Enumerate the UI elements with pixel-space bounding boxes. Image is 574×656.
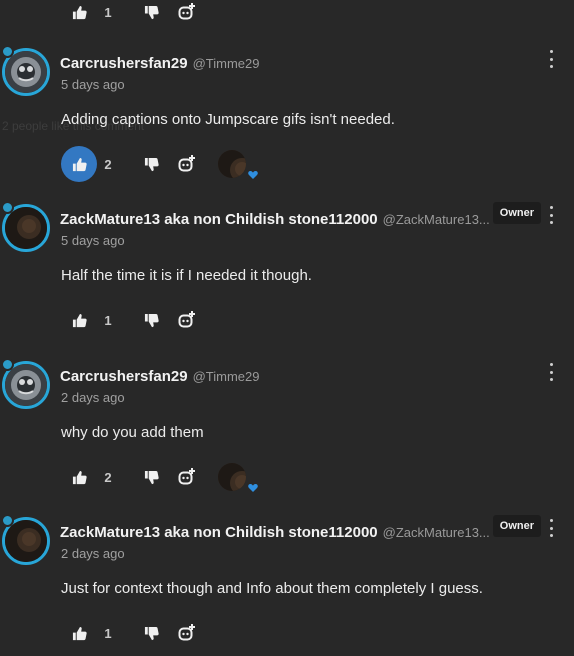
comment-text: why do you add them [61, 424, 204, 441]
reply-button[interactable] [175, 146, 199, 182]
thumbs-down-icon [144, 313, 159, 327]
like-count: 1 [104, 312, 112, 328]
avatar[interactable] [0, 358, 52, 411]
owner-badge: Owner [492, 515, 541, 537]
thumbs-down-icon [144, 5, 159, 19]
timestamp: 2 days ago [61, 390, 125, 405]
avatar[interactable] [0, 514, 52, 567]
thumbs-up-icon [72, 626, 87, 640]
dislike-button[interactable] [139, 302, 163, 338]
avatar[interactable] [0, 45, 52, 98]
comment-actions: 1 [61, 302, 321, 338]
reply-icon [178, 311, 195, 328]
author-handle[interactable]: @ZackMature13... [383, 525, 490, 540]
reply-icon [178, 3, 195, 20]
reply-icon [178, 155, 195, 172]
status-badge [1, 358, 14, 371]
like-button[interactable] [61, 0, 97, 30]
timestamp: 5 days ago [61, 233, 125, 248]
status-badge [1, 514, 14, 527]
timestamp: 2 days ago [61, 546, 125, 561]
dislike-button[interactable] [139, 146, 163, 182]
author-name[interactable]: ZackMature13 aka non Childish stone11200… [60, 524, 378, 541]
like-count: 2 [104, 156, 112, 172]
like-button[interactable] [61, 146, 97, 182]
author-handle[interactable]: @ZackMature13... [383, 212, 490, 227]
creator-avatar [218, 150, 246, 178]
reply-button[interactable] [175, 0, 199, 30]
timestamp: 5 days ago [61, 77, 125, 92]
like-count: 1 [104, 625, 112, 641]
avatar[interactable] [0, 201, 52, 254]
author-name[interactable]: Carcrushersfan29 [60, 55, 188, 72]
thumbs-up-icon [72, 157, 87, 171]
comment-actions: 2 [61, 146, 321, 182]
reply-icon [178, 468, 195, 485]
reply-button[interactable] [175, 302, 199, 338]
like-count: 2 [104, 469, 112, 485]
more-options-icon[interactable] [547, 363, 555, 381]
more-options-icon[interactable] [547, 519, 555, 537]
author-handle[interactable]: @Timme29 [193, 369, 260, 384]
dislike-button[interactable] [139, 615, 163, 651]
heart-icon [248, 171, 258, 179]
like-button[interactable] [61, 302, 97, 338]
thumbs-down-icon [144, 470, 159, 484]
more-options-icon[interactable] [547, 50, 555, 68]
reply-icon [178, 624, 195, 641]
comment-actions: 2 [61, 459, 321, 495]
thumbs-down-icon [144, 626, 159, 640]
reply-button[interactable] [175, 459, 199, 495]
thumbs-up-icon [72, 470, 87, 484]
status-badge [1, 45, 14, 58]
owner-badge: Owner [492, 202, 541, 224]
like-button[interactable] [61, 615, 97, 651]
comment-actions: 1 [61, 615, 321, 651]
author-handle[interactable]: @Timme29 [193, 56, 260, 71]
like-count: 1 [104, 4, 112, 20]
comment-text: Adding captions onto Jumpscare gifs isn'… [61, 111, 395, 128]
author-name[interactable]: ZackMature13 aka non Childish stone11200… [60, 211, 378, 228]
more-options-icon[interactable] [547, 206, 555, 224]
thumbs-up-icon [72, 5, 87, 19]
reply-button[interactable] [175, 615, 199, 651]
heart-icon [248, 484, 258, 492]
status-badge [1, 201, 14, 214]
previous-comment-actions: 1 [0, 0, 574, 22]
creator-avatar [218, 463, 246, 491]
dislike-button[interactable] [139, 0, 163, 30]
thumbs-up-icon [72, 313, 87, 327]
comment-text: Just for context though and Info about t… [61, 580, 483, 597]
thumbs-down-icon [144, 157, 159, 171]
comment-text: Half the time it is if I needed it thoug… [61, 267, 312, 284]
author-name[interactable]: Carcrushersfan29 [60, 368, 188, 385]
dislike-button[interactable] [139, 459, 163, 495]
like-button[interactable] [61, 459, 97, 495]
